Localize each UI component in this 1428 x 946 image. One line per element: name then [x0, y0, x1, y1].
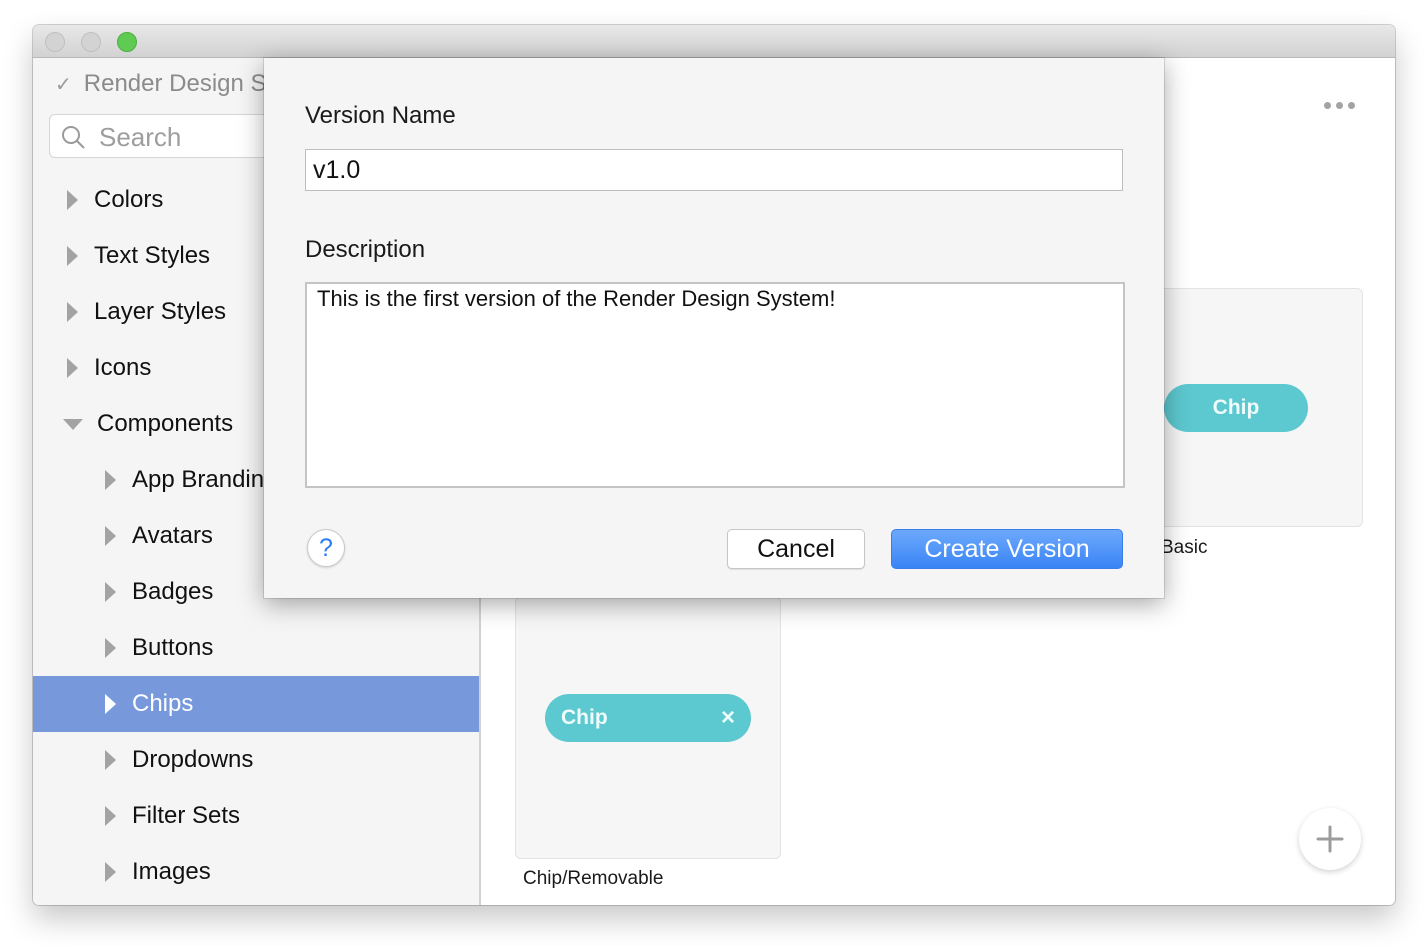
disclosure-collapsed-icon[interactable]	[105, 806, 116, 826]
cancel-button[interactable]: Cancel	[727, 529, 865, 569]
sidebar-item-filter-sets[interactable]: Filter Sets	[33, 788, 479, 844]
close-window-button[interactable]	[45, 32, 65, 52]
version-name-input[interactable]	[305, 149, 1123, 191]
search-icon	[62, 126, 85, 149]
sidebar-item-label: Layer Styles	[94, 298, 227, 325]
sidebar-item-label: Chips	[132, 690, 194, 717]
sidebar-item-buttons[interactable]: Buttons	[33, 620, 479, 676]
disclosure-collapsed-icon[interactable]	[105, 638, 116, 658]
add-button[interactable]	[1299, 808, 1361, 870]
disclosure-collapsed-icon[interactable]	[105, 470, 116, 490]
sidebar-item-label: Dropdowns	[132, 746, 254, 773]
question-mark-icon: ?	[319, 533, 333, 562]
disclosure-collapsed-icon[interactable]	[105, 526, 116, 546]
sidebar-item-label: Avatars	[132, 522, 213, 549]
search-placeholder: Search	[99, 122, 182, 152]
component-card-chip-basic[interactable]: Chip	[1133, 288, 1363, 527]
sidebar-item-label: Colors	[94, 186, 164, 213]
more-dot-icon	[1348, 102, 1355, 109]
more-options-button[interactable]	[1324, 102, 1355, 109]
checkmark-icon: ✓	[55, 74, 72, 96]
sidebar-item-label: Components	[97, 410, 234, 437]
sidebar-item-label: Images	[132, 858, 211, 885]
chip-label: Chip	[561, 706, 608, 729]
card-label-chip-removable: Chip/Removable	[523, 868, 664, 889]
disclosure-collapsed-icon[interactable]	[105, 694, 116, 714]
description-textarea[interactable]: This is the first version of the Render …	[305, 282, 1125, 488]
minimize-window-button[interactable]	[81, 32, 101, 52]
disclosure-collapsed-icon[interactable]	[67, 302, 78, 322]
sidebar-item-label: Filter Sets	[132, 802, 241, 829]
sidebar-item-label: Badges	[132, 578, 214, 605]
disclosure-collapsed-icon[interactable]	[105, 582, 116, 602]
sidebar-item-label: Text Styles	[94, 242, 211, 269]
create-version-dialog: Version Name Description This is the fir…	[264, 58, 1164, 598]
remove-chip-icon: ×	[720, 704, 735, 731]
description-label: Description	[305, 236, 426, 263]
chip-label: Chip	[1212, 396, 1260, 419]
sidebar-item-label: Buttons	[132, 634, 214, 661]
plus-icon	[1316, 825, 1344, 853]
more-dot-icon	[1324, 102, 1331, 109]
component-card-chip-removable[interactable]: Chip ×	[515, 596, 781, 859]
chip-preview: Chip	[1164, 384, 1308, 432]
card-label-chip-basic: Basic	[1161, 537, 1208, 558]
sidebar-item-label: App Branding	[132, 466, 278, 493]
sidebar-item-dropdowns[interactable]: Dropdowns	[33, 732, 479, 788]
sidebar-item-chips[interactable]: Chips	[33, 676, 479, 732]
disclosure-collapsed-icon[interactable]	[105, 862, 116, 882]
chip-preview-removable: Chip ×	[545, 694, 751, 742]
sidebar-item-images[interactable]: Images	[33, 844, 479, 900]
disclosure-collapsed-icon[interactable]	[67, 358, 78, 378]
disclosure-collapsed-icon[interactable]	[67, 246, 78, 266]
more-dot-icon	[1336, 102, 1343, 109]
title-bar	[33, 25, 1395, 58]
zoom-window-button[interactable]	[117, 32, 137, 52]
create-version-button[interactable]: Create Version	[891, 529, 1123, 569]
disclosure-collapsed-icon[interactable]	[105, 750, 116, 770]
help-button[interactable]: ?	[307, 529, 345, 567]
disclosure-collapsed-icon[interactable]	[67, 190, 78, 210]
disclosure-expanded-icon[interactable]	[63, 418, 83, 430]
sidebar-item-label: Icons	[94, 354, 152, 381]
version-name-label: Version Name	[305, 102, 456, 129]
